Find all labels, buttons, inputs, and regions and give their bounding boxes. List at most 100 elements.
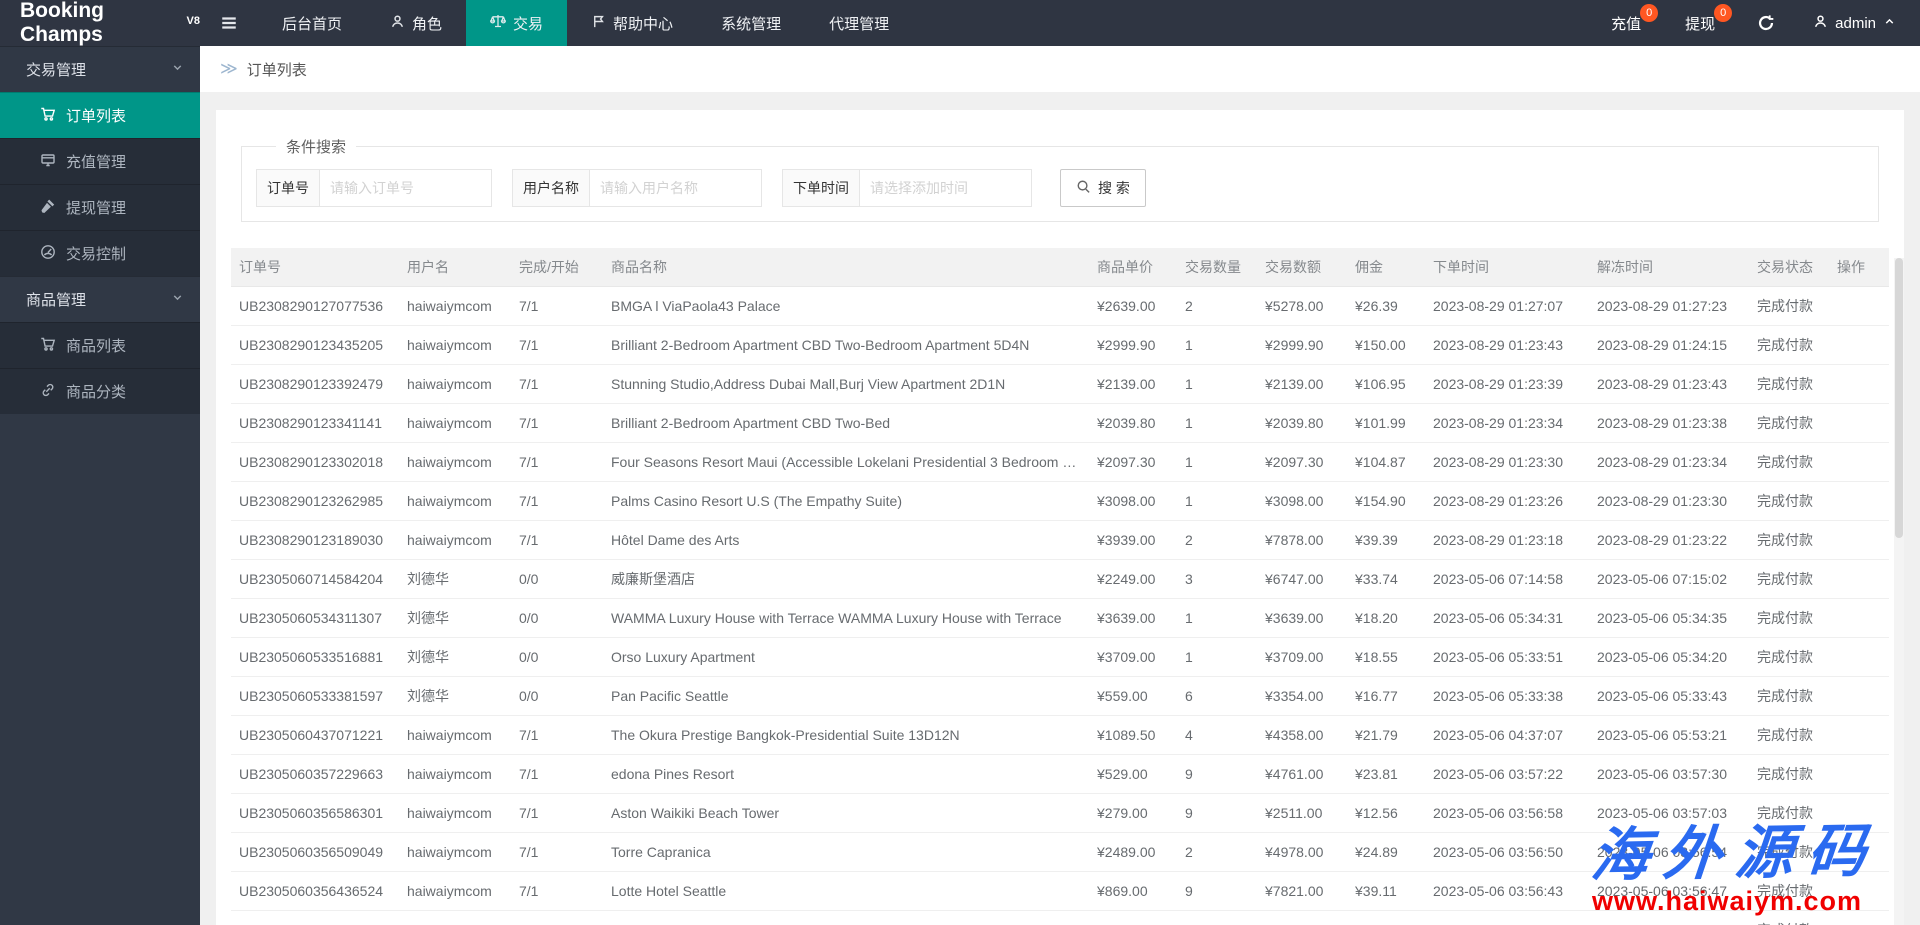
nav-item-help-center[interactable]: 帮助中心 <box>567 0 697 46</box>
cell-order-no: UB2305060533381597 <box>231 676 399 715</box>
nav-item-agent-management[interactable]: 代理管理 <box>805 0 913 46</box>
nav-item-roles[interactable]: 角色 <box>366 0 466 46</box>
cell-unfreeze-time: 2023-08-29 01:23:43 <box>1589 364 1749 403</box>
table-row: UB2308290123262985 haiwaiymcom 7/1 Palms… <box>231 481 1889 520</box>
cell-unit-price: ¥3098.00 <box>1089 481 1177 520</box>
cell-trade-status: 完成付款 <box>1749 637 1829 676</box>
order-time-input[interactable] <box>860 169 1032 207</box>
cell-commission: ¥21.79 <box>1347 715 1425 754</box>
cell-unfreeze-time: 2023-08-29 01:24:15 <box>1589 325 1749 364</box>
cell-actions <box>1829 910 1889 925</box>
cell-product-name: 威廉斯堡酒店 <box>603 559 1089 598</box>
sidebar-group-product-management[interactable]: 商品管理 <box>0 276 200 322</box>
cell-username: 刘德华 <box>399 559 511 598</box>
sidebar-item-product-category[interactable]: 商品分类 <box>0 368 200 414</box>
cell-unfreeze-time: 2023-05-06 05:33:43 <box>1589 676 1749 715</box>
table-row: UB2308290123302018 haiwaiymcom 7/1 Four … <box>231 442 1889 481</box>
recharge-badge: 0 <box>1640 4 1658 22</box>
cell-quantity: 9 <box>1177 871 1257 910</box>
order-no-input[interactable] <box>320 169 492 207</box>
cell-order-time: 2023-05-06 03:56:43 <box>1425 871 1589 910</box>
hamburger-menu-icon[interactable] <box>200 0 258 46</box>
sidebar-item-trade-control[interactable]: 交易控制 <box>0 230 200 276</box>
cell-commission: ¥18.48 <box>1347 910 1425 925</box>
cell-unit-price: ¥1089.50 <box>1089 715 1177 754</box>
cell-trade-status: 完成付款 <box>1749 832 1829 871</box>
nav-item-home[interactable]: 后台首页 <box>258 0 366 46</box>
table-row: UB2305060357229663 haiwaiymcom 7/1 edona… <box>231 754 1889 793</box>
scrollbar-thumb[interactable] <box>1895 258 1903 538</box>
cell-username: haiwaiymcom <box>399 481 511 520</box>
search-button[interactable]: 搜 索 <box>1060 169 1146 207</box>
cell-username: haiwaiymcom <box>399 520 511 559</box>
cell-trade-status: 完成付款 <box>1749 676 1829 715</box>
table-scrollbar[interactable] <box>1894 258 1904 925</box>
cell-unfreeze-time: 2023-05-06 03:56:47 <box>1589 871 1749 910</box>
content-card: 条件搜索 订单号 用户名称 下单时间 <box>216 110 1904 925</box>
cell-unfreeze-time: 2023-08-29 01:23:22 <box>1589 520 1749 559</box>
cell-quantity: 1 <box>1177 481 1257 520</box>
cell-username: haiwaiymcom <box>399 910 511 925</box>
table-row: UB2305060533516881 刘德华 0/0 Orso Luxury A… <box>231 637 1889 676</box>
nav-item-trade[interactable]: 交易 <box>466 0 567 46</box>
cell-amount: ¥2139.00 <box>1257 364 1347 403</box>
cell-username: haiwaiymcom <box>399 286 511 325</box>
cell-unit-price: ¥2249.00 <box>1089 559 1177 598</box>
recharge-button[interactable]: 充值 0 <box>1589 0 1663 46</box>
cell-order-time: 2023-05-06 03:56:50 <box>1425 832 1589 871</box>
refresh-icon[interactable] <box>1737 0 1795 46</box>
cell-actions <box>1829 520 1889 559</box>
order-time-group: 下单时间 <box>782 169 1032 207</box>
cell-quantity: 4 <box>1177 715 1257 754</box>
cell-commission: ¥24.89 <box>1347 832 1425 871</box>
sidebar-item-withdraw-management[interactable]: 提现管理 <box>0 184 200 230</box>
username-input[interactable] <box>590 169 762 207</box>
cell-actions <box>1829 598 1889 637</box>
cell-order-time: 2023-08-29 01:23:39 <box>1425 364 1589 403</box>
withdraw-button[interactable]: 提现 0 <box>1663 0 1737 46</box>
cell-unfreeze-time: 2023-05-06 07:15:02 <box>1589 559 1749 598</box>
chevron-up-icon <box>1883 15 1896 32</box>
breadcrumb: ≫ 订单列表 <box>200 46 1920 92</box>
cell-trade-status: 完成付款 <box>1749 325 1829 364</box>
sidebar-item-recharge-management[interactable]: 充值管理 <box>0 138 200 184</box>
app-logo-version: V8 <box>187 15 200 27</box>
chevron-down-icon <box>171 291 184 308</box>
cell-actions <box>1829 481 1889 520</box>
cell-unit-price: ¥2489.00 <box>1089 832 1177 871</box>
cell-order-no: UB2308290123341141 <box>231 403 399 442</box>
sidebar-item-product-list[interactable]: 商品列表 <box>0 322 200 368</box>
cell-order-time: 2023-08-29 01:23:43 <box>1425 325 1589 364</box>
cell-done-start: 7/1 <box>511 286 603 325</box>
card-icon <box>40 152 56 172</box>
cell-unit-price: ¥3709.00 <box>1089 637 1177 676</box>
cell-done-start: 7/1 <box>511 832 603 871</box>
col-product-name: 商品名称 <box>603 248 1089 286</box>
user-menu[interactable]: admin <box>1795 0 1920 46</box>
cell-amount: ¥2039.80 <box>1257 403 1347 442</box>
nav-item-system-management[interactable]: 系统管理 <box>697 0 805 46</box>
topbar-right: 充值 0 提现 0 admin <box>1589 0 1920 46</box>
cell-amount: ¥3639.00 <box>1257 598 1347 637</box>
sidebar-group-trade-management[interactable]: 交易管理 <box>0 46 200 92</box>
cell-trade-status: 完成付款 <box>1749 442 1829 481</box>
username-group: 用户名称 <box>512 169 762 207</box>
cell-quantity: 9 <box>1177 793 1257 832</box>
cell-order-time: 2023-08-29 01:23:18 <box>1425 520 1589 559</box>
cell-order-no: UB2305060437071221 <box>231 715 399 754</box>
cell-unfreeze-time: 2023-05-06 05:34:35 <box>1589 598 1749 637</box>
cell-trade-status: 完成付款 <box>1749 364 1829 403</box>
cell-unit-price: ¥3939.00 <box>1089 520 1177 559</box>
cell-amount: ¥2097.30 <box>1257 442 1347 481</box>
cell-actions <box>1829 637 1889 676</box>
table-row: UB2308290123341141 haiwaiymcom 7/1 Brill… <box>231 403 1889 442</box>
cell-unfreeze-time: 2023-05-06 03:57:03 <box>1589 793 1749 832</box>
cell-username: haiwaiymcom <box>399 325 511 364</box>
sidebar-item-order-list[interactable]: 订单列表 <box>0 92 200 138</box>
flag-icon <box>591 14 606 33</box>
cell-username: 刘德华 <box>399 598 511 637</box>
table-row: UB2305060714584204 刘德华 0/0 威廉斯堡酒店 ¥2249.… <box>231 559 1889 598</box>
table-body: UB2308290127077536 haiwaiymcom 7/1 BMGA … <box>231 286 1889 925</box>
cell-order-no: UB2305060356586301 <box>231 793 399 832</box>
cell-unfreeze-time: 2023-08-29 01:27:23 <box>1589 286 1749 325</box>
